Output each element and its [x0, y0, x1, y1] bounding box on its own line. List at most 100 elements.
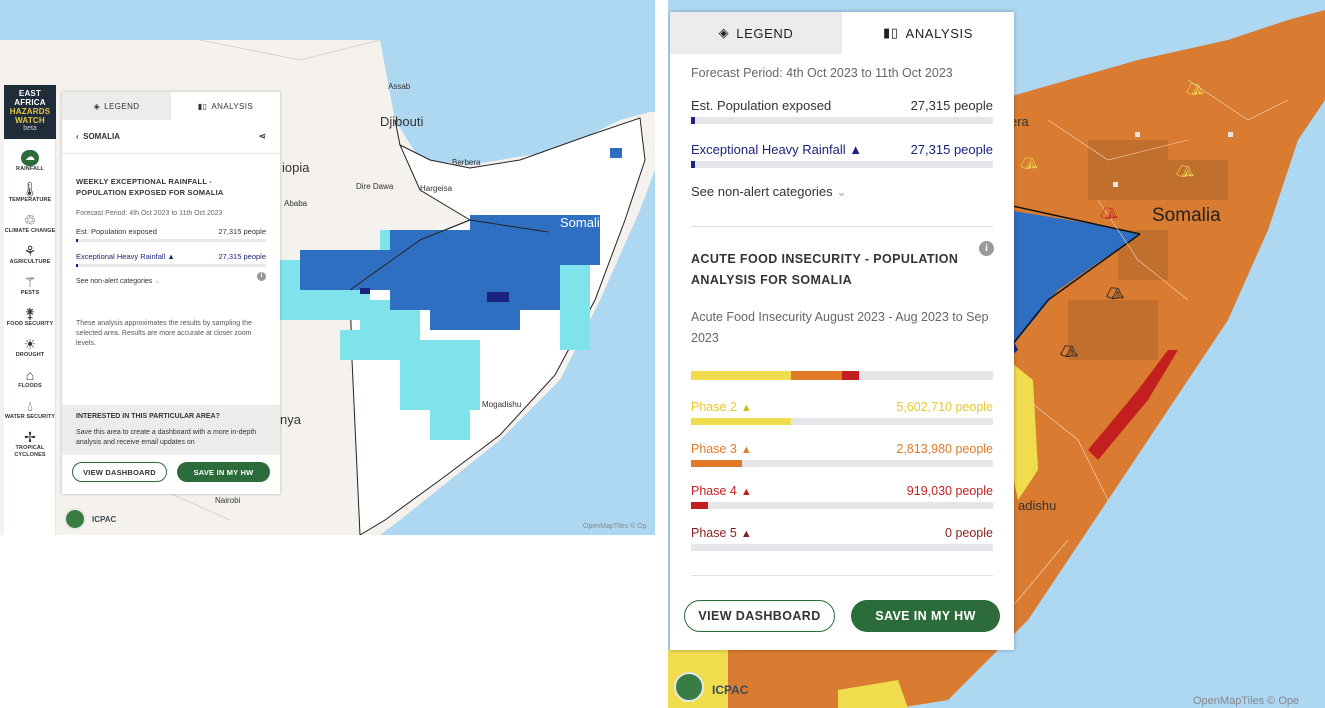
row-label: Exceptional Heavy Rainfall [76, 252, 166, 261]
climate-icon: ♲ [23, 212, 37, 228]
share-icon[interactable]: ⋖ [258, 131, 266, 142]
warning-icon: ▲ [849, 142, 863, 157]
bar-chart-icon: ▮▯ [197, 101, 208, 111]
row-label: Exceptional Heavy Rainfall [691, 142, 846, 157]
brand-line: HAZARDS [9, 107, 51, 116]
warning-icon: ▲ [740, 486, 752, 498]
ehr-row: Exceptional Heavy Rainfall ▲ 27,315 peopl… [76, 252, 266, 261]
row-label: Est. Population exposed [691, 98, 832, 113]
sidebar-item-temperature[interactable]: 🌡︎ TEMPERATURE [4, 181, 56, 204]
sidebar-item-drought[interactable]: ☀ DROUGHT [4, 336, 56, 359]
place-ethiopia: iopia [282, 160, 310, 175]
warning-icon: ▲ [740, 402, 752, 414]
interest-box: INTERESTED IN THIS PARTICULAR AREA? Save… [62, 405, 280, 455]
sidebar-item-food-security[interactable]: ⚵ FOOD SECURITY [4, 305, 56, 328]
place-dire-dawa: Dire Dawa [356, 182, 394, 191]
warning-icon: ▲ [167, 252, 175, 261]
view-dashboard-button[interactable]: VIEW DASHBOARD [684, 600, 835, 632]
place-somalia: Somalia [560, 215, 607, 230]
rainfall-section: Forecast Period: 4th Oct 2023 to 11th Oc… [670, 66, 1014, 227]
tab-legend[interactable]: ◈ LEGEND [670, 12, 842, 54]
back-button[interactable]: ‹ SOMALIA [76, 132, 120, 141]
tab-analysis[interactable]: ▮▯ ANALYSIS [171, 92, 280, 120]
phase-value: 919,030 people [906, 484, 993, 498]
exposed-row: Est. Population exposed 27,315 people [76, 227, 266, 236]
see-more-toggle[interactable]: See non-alert categories ⌄ [76, 277, 266, 285]
right-screenshot: ⛺︎ ⛺︎ ⛺︎ ⛺︎ ⛺︎ ⛺︎ era Somalia adishu ◈ LE… [668, 0, 1325, 708]
panel-tabs: ◈ LEGEND ▮▯ ANALYSIS [62, 92, 280, 120]
warning-icon: ▲ [740, 444, 752, 456]
layers-icon: ◈ [93, 101, 101, 111]
sidebar-item-rainfall[interactable]: ☁ RAINFALL [4, 147, 56, 173]
chevron-down-icon: ⌄ [154, 278, 161, 285]
sidebar-item-label: TROPICAL CYCLONES [14, 445, 46, 458]
tab-label: LEGEND [736, 25, 794, 41]
sidebar-item-floods[interactable]: ⌂ FLOODS [4, 367, 56, 390]
rain-cloud-icon: ☁ [21, 150, 39, 166]
ehr-row: Exceptional Heavy Rainfall ▲ 27,315 peopl… [691, 142, 993, 157]
food-insecurity-section: ACUTE FOOD INSECURITY - POPULATION ANALY… [670, 249, 1014, 576]
place-mogadishu: Mogadishu [482, 400, 522, 409]
sidebar-item-label: FLOODS [18, 383, 42, 389]
phase-row: Phase 2 ▲ 5,602,710 people [691, 400, 993, 414]
info-icon[interactable]: i [979, 241, 994, 256]
place-ababa: Ababa [284, 199, 308, 208]
stack-segment [691, 371, 791, 380]
igad-logo [64, 508, 86, 530]
place-kenya: nya [280, 412, 301, 427]
tab-analysis[interactable]: ▮▯ ANALYSIS [842, 12, 1014, 54]
app-logo[interactable]: EAST AFRICA HAZARDS WATCH beta [4, 85, 56, 139]
svg-text:⛺︎: ⛺︎ [1020, 156, 1038, 172]
attribution[interactable]: OpenMapTiles © Ope [1193, 695, 1299, 707]
bar-chart-icon: ▮▯ [883, 25, 899, 40]
icpac-logo: ICPAC [92, 515, 117, 524]
phase-label: Phase 3 [691, 442, 737, 456]
view-dashboard-button[interactable]: VIEW DASHBOARD [72, 462, 167, 482]
sidebar-item-climate-change[interactable]: ♲ CLIMATE CHANGE [4, 212, 56, 235]
phase-label: Phase 4 [691, 484, 737, 498]
chevron-down-icon: ⌄ [836, 184, 848, 199]
see-more-toggle[interactable]: See non-alert categories ⌄ [691, 184, 993, 200]
row-value: 27,315 people [218, 252, 266, 261]
tab-legend[interactable]: ◈ LEGEND [62, 92, 171, 120]
place-nairobi: Nairobi [215, 496, 241, 505]
place-djibouti: Djibouti [380, 114, 424, 129]
interest-body: Save this area to create a dashboard wit… [76, 429, 257, 446]
beta-badge: beta [23, 125, 37, 132]
info-icon[interactable]: i [257, 272, 266, 281]
sidebar-item-label: CLIMATE CHANGE [4, 228, 56, 234]
panel-tabs: ◈ LEGEND ▮▯ ANALYSIS [670, 12, 1014, 54]
save-in-my-hw-button[interactable]: SAVE IN MY HW [851, 600, 1000, 632]
sidebar-item-label: DROUGHT [15, 352, 45, 358]
phase-row: Phase 3 ▲ 2,813,980 people [691, 442, 993, 456]
flood-icon: ⌂ [25, 367, 35, 383]
phase-value: 2,813,980 people [896, 442, 993, 456]
svg-text:⛺︎: ⛺︎ [1176, 164, 1194, 180]
progress-bar [691, 161, 993, 168]
phase-progress-bar [691, 502, 993, 509]
sidebar-item-pests[interactable]: ⚚ PESTS [4, 274, 56, 297]
sidebar-item-label: RAINFALL [16, 166, 44, 172]
brand-line: EAST [18, 89, 42, 98]
sidebar-item-water-security[interactable]: 💧︎ WATER SECURITY [4, 398, 56, 421]
attribution[interactable]: OpenMapTiles © Op [583, 523, 647, 530]
phase-value: 5,602,710 people [896, 400, 993, 414]
section-title: ACUTE FOOD INSECURITY - POPULATION ANALY… [691, 252, 959, 287]
section-subtitle: Acute Food Insecurity August 2023 - Aug … [691, 310, 989, 345]
progress-bar [691, 117, 993, 124]
sidebar-item-agriculture[interactable]: ⚘ AGRICULTURE [4, 243, 56, 266]
sidebar-item-tropical-cyclones[interactable]: ✢ TROPICAL CYCLONES [4, 429, 56, 459]
place-hargeisa: Hargeisa [420, 184, 453, 193]
phase-row: Phase 4 ▲ 919,030 people [691, 484, 993, 498]
brand-line: WATCH [15, 116, 45, 125]
sidebar-item-label: TEMPERATURE [8, 197, 52, 203]
sampling-note: These analysis approximates the results … [76, 320, 252, 347]
tab-label: LEGEND [104, 101, 140, 111]
phase-value: 0 people [945, 526, 993, 540]
save-in-my-hw-button[interactable]: SAVE IN MY HW [177, 462, 270, 482]
sprout-icon: ⚵ [24, 305, 36, 321]
progress-bar [76, 264, 266, 267]
wheat-icon: ⚘ [23, 243, 37, 259]
interest-title: INTERESTED IN THIS PARTICULAR AREA? [76, 413, 220, 420]
section-title: WEEKLY EXCEPTIONAL RAINFALL - POPULATION… [76, 177, 224, 197]
